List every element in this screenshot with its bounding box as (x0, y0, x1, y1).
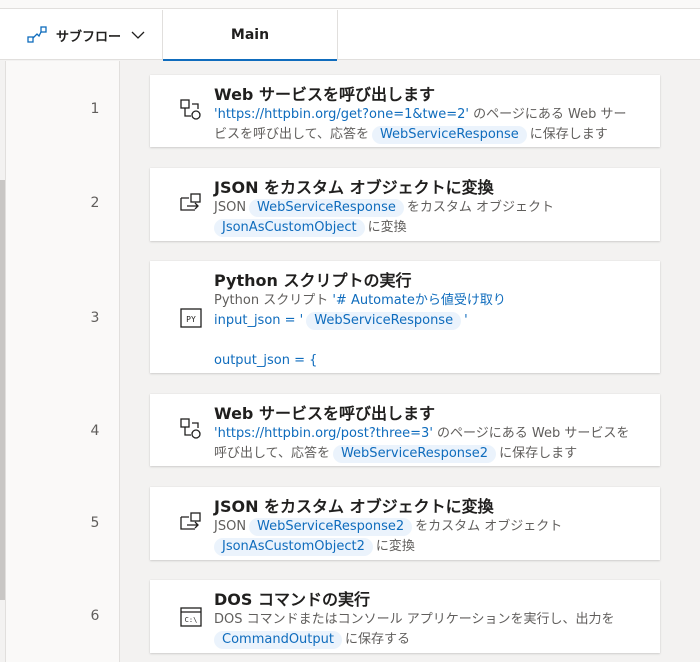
variable-pill[interactable]: JsonAsCustomObject (214, 219, 365, 237)
line-number: 2 (90, 195, 100, 211)
variable-pill[interactable]: WebServiceResponse (306, 312, 462, 330)
description-text: に保存します (529, 127, 608, 142)
line-number: 4 (90, 423, 100, 439)
action-card-python-script[interactable]: PY Python スクリプトの実行 Python スクリプト '# Autom… (150, 261, 660, 373)
action-description: JSON WebServiceResponse をカスタム オブジェクト JsonA… (214, 198, 644, 238)
web-service-icon (180, 99, 201, 120)
url-literal: 'https://httpbin.org/post?three=3' (214, 426, 433, 441)
convert-icon (180, 193, 201, 211)
action-description: 'https://httpbin.org/post?three=3' のページに… (214, 424, 644, 464)
script-literal: input_json = ' (214, 313, 304, 328)
tab-main[interactable]: Main (162, 10, 338, 61)
description-text: に変換 (367, 220, 407, 235)
description-text: のページにある Web サー (473, 107, 627, 122)
chevron-down-icon[interactable] (130, 27, 146, 43)
variable-pill[interactable]: WebServiceResponse (371, 126, 527, 144)
action-card-dos-command[interactable]: C:\ DOS コマンドの実行 DOS コマンドまたはコンソール アプリケーショ… (150, 580, 660, 653)
variable-pill[interactable]: WebServiceResponse2 (332, 445, 497, 463)
action-title: JSON をカスタム オブジェクトに変換 (214, 178, 494, 197)
action-description: 'https://httpbin.org/get?one=1&twe=2' のペ… (214, 105, 644, 145)
description-text: をカスタム オブジェクト (406, 200, 555, 215)
line-number: 1 (90, 101, 100, 117)
action-card-web-service-1[interactable]: Web サービスを呼び出します 'https://httpbin.org/get… (150, 75, 660, 147)
top-bar: サブフロー Main (0, 0, 700, 61)
script-literal: '# Automateから値受け取り (332, 293, 506, 308)
subflow-dropdown[interactable]: サブフロー (0, 10, 162, 60)
description-text: に保存します (499, 446, 578, 461)
description-text: 呼び出して、応答を (214, 446, 330, 461)
description-text: Python スクリプト (214, 293, 329, 308)
variable-pill[interactable]: WebServiceResponse (249, 199, 404, 217)
description-text: JSON (214, 200, 247, 215)
convert-icon (180, 512, 201, 530)
description-text: JSON (214, 519, 247, 534)
python-script-icon: PY (180, 308, 202, 328)
action-title: JSON をカスタム オブジェクトに変換 (214, 497, 494, 516)
description-text: のページにある Web サービスを (437, 426, 630, 441)
action-description: Python スクリプト '# Automateから値受け取り input_js… (214, 291, 644, 371)
variable-pill[interactable]: CommandOutput (214, 631, 342, 649)
action-card-json-convert-1[interactable]: JSON をカスタム オブジェクトに変換 JSON WebServiceRespo… (150, 168, 660, 241)
description-text: をカスタム オブジェクト (415, 519, 563, 534)
action-description: DOS コマンドまたはコンソール アプリケーションを実行し、出力を Comman… (214, 610, 654, 650)
description-text: ビスを呼び出して、応答を (214, 127, 369, 142)
subflow-icon (27, 26, 47, 43)
web-service-icon (180, 418, 201, 439)
svg-text:PY: PY (186, 315, 196, 324)
variable-pill[interactable]: JsonAsCustomObject2 (214, 538, 373, 556)
svg-text:C:\: C:\ (185, 616, 198, 624)
action-title: Python スクリプトの実行 (214, 271, 412, 290)
action-title: DOS コマンドの実行 (214, 590, 370, 609)
description-text: DOS コマンドまたはコンソール アプリケーションを実行し、出力を (214, 612, 615, 627)
variable-pill[interactable]: WebServiceResponse2 (249, 518, 413, 536)
top-edge (0, 0, 700, 9)
description-text: に変換 (375, 539, 415, 554)
subflow-label: サブフロー (56, 29, 122, 45)
script-literal: ' (464, 313, 468, 328)
action-card-web-service-2[interactable]: Web サービスを呼び出します 'https://httpbin.org/pos… (150, 394, 660, 466)
action-title: Web サービスを呼び出します (214, 404, 435, 423)
script-literal: output_json = { (214, 353, 318, 368)
line-number: 3 (90, 310, 100, 326)
action-description: JSON WebServiceResponse2 をカスタム オブジェクト Json… (214, 517, 644, 557)
description-text: に保存する (344, 632, 410, 647)
line-number-gutter (5, 61, 120, 662)
action-title: Web サービスを呼び出します (214, 85, 435, 104)
line-number: 5 (90, 515, 100, 531)
dos-command-icon: C:\ (180, 607, 202, 627)
url-literal: 'https://httpbin.org/get?one=1&twe=2' (214, 107, 469, 122)
line-number: 6 (90, 608, 100, 624)
action-card-json-convert-2[interactable]: JSON をカスタム オブジェクトに変換 JSON WebServiceRespo… (150, 487, 660, 560)
